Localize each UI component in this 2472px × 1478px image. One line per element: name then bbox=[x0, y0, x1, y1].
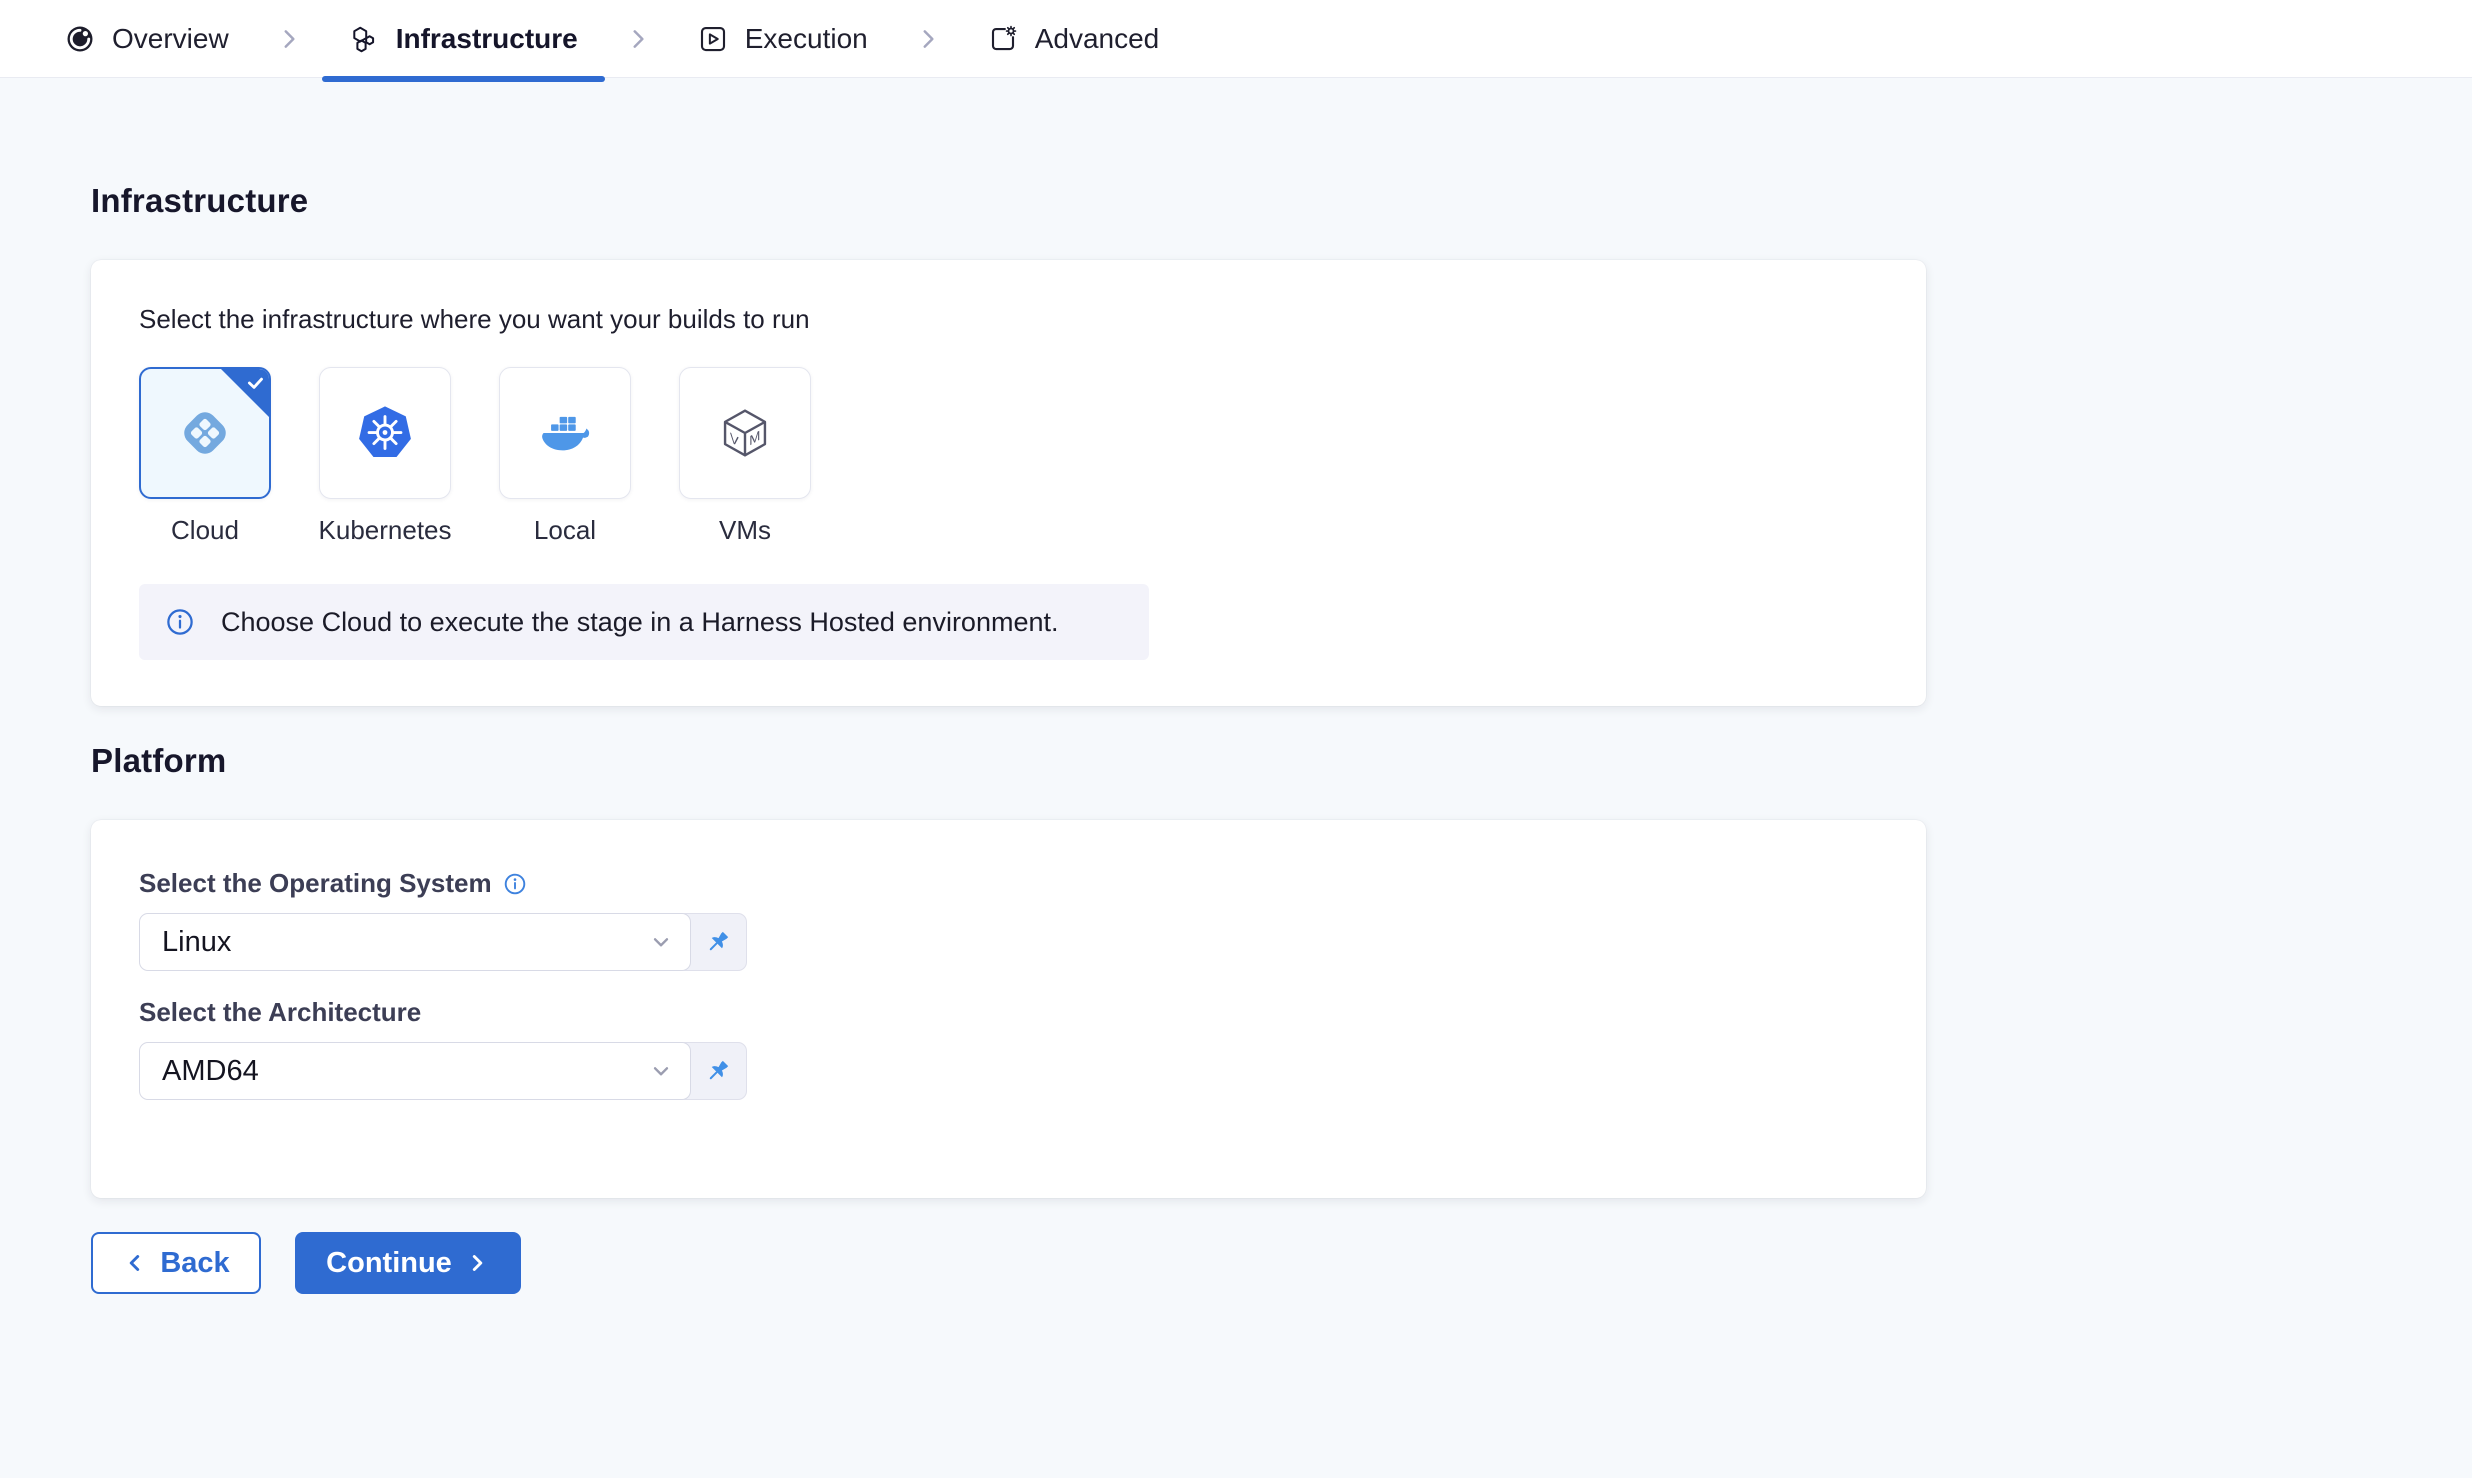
execution-icon bbox=[698, 24, 728, 54]
pin-icon bbox=[703, 1056, 733, 1086]
docker-icon bbox=[535, 409, 595, 457]
local-tile[interactable] bbox=[499, 367, 631, 499]
arch-field-label-text: Select the Architecture bbox=[139, 997, 421, 1028]
os-field-label: Select the Operating System bbox=[139, 868, 1878, 899]
active-tab-underline bbox=[322, 76, 605, 82]
kubernetes-tile[interactable] bbox=[319, 367, 451, 499]
arch-field-label: Select the Architecture bbox=[139, 997, 1878, 1028]
chevron-right-icon bbox=[625, 26, 651, 52]
platform-section-title: Platform bbox=[91, 742, 2472, 780]
cloud-info-text: Choose Cloud to execute the stage in a H… bbox=[221, 607, 1059, 638]
chevron-down-icon bbox=[648, 929, 674, 955]
arch-select[interactable]: AMD64 bbox=[139, 1042, 691, 1100]
platform-card: Select the Operating System Linux bbox=[91, 820, 1926, 1198]
arch-select-row: AMD64 bbox=[139, 1042, 1878, 1100]
wizard-actions: Back Continue bbox=[91, 1232, 2472, 1294]
kubernetes-tile-label: Kubernetes bbox=[319, 515, 452, 546]
tab-advanced[interactable]: Advanced bbox=[961, 0, 1187, 77]
chevron-right-icon bbox=[464, 1250, 490, 1276]
svg-text:M: M bbox=[749, 428, 760, 449]
stage-config-page: Overview Infrastructure bbox=[0, 0, 2472, 1478]
harness-cloud-icon bbox=[173, 401, 237, 465]
cloud-tile[interactable] bbox=[139, 367, 271, 499]
option-vms: V M VMs bbox=[679, 367, 811, 546]
continue-button[interactable]: Continue bbox=[295, 1232, 521, 1294]
continue-button-label: Continue bbox=[326, 1247, 452, 1280]
os-select[interactable]: Linux bbox=[139, 913, 691, 971]
cloud-info-banner: Choose Cloud to execute the stage in a H… bbox=[139, 584, 1149, 660]
stage-tab-bar: Overview Infrastructure bbox=[0, 0, 2472, 78]
overview-icon bbox=[65, 24, 95, 54]
tab-infrastructure[interactable]: Infrastructure bbox=[322, 0, 605, 77]
chevron-left-icon bbox=[122, 1250, 148, 1276]
local-tile-label: Local bbox=[534, 515, 596, 546]
os-field-label-text: Select the Operating System bbox=[139, 868, 492, 899]
vm-cube-icon: V M bbox=[716, 404, 774, 462]
os-select-value: Linux bbox=[162, 926, 231, 959]
info-circle-icon[interactable] bbox=[503, 872, 527, 896]
tab-infrastructure-label: Infrastructure bbox=[396, 23, 578, 55]
cloud-tile-label: Cloud bbox=[171, 515, 239, 546]
info-circle-icon bbox=[165, 607, 195, 637]
option-kubernetes: Kubernetes bbox=[319, 367, 451, 546]
tab-overview[interactable]: Overview bbox=[38, 0, 256, 77]
vms-tile[interactable]: V M bbox=[679, 367, 811, 499]
kubernetes-icon bbox=[356, 404, 414, 462]
tab-execution-label: Execution bbox=[745, 23, 868, 55]
advanced-icon bbox=[988, 24, 1018, 54]
chevron-right-icon bbox=[915, 26, 941, 52]
infrastructure-section-title: Infrastructure bbox=[91, 78, 2472, 220]
os-select-row: Linux bbox=[139, 913, 1878, 971]
arch-select-value: AMD64 bbox=[162, 1055, 259, 1088]
vms-tile-label: VMs bbox=[719, 515, 771, 546]
chevron-down-icon bbox=[648, 1058, 674, 1084]
infrastructure-options: Cloud Kubernetes bbox=[139, 367, 1878, 546]
option-local: Local bbox=[499, 367, 631, 546]
pin-icon bbox=[703, 927, 733, 957]
tab-overview-label: Overview bbox=[112, 23, 229, 55]
stage-config-content: Infrastructure Select the infrastructure… bbox=[0, 78, 2472, 1294]
tab-execution[interactable]: Execution bbox=[671, 0, 895, 77]
back-button[interactable]: Back bbox=[91, 1232, 261, 1294]
back-button-label: Back bbox=[160, 1247, 229, 1280]
infrastructure-card: Select the infrastructure where you want… bbox=[91, 260, 1926, 706]
option-cloud: Cloud bbox=[139, 367, 271, 546]
tab-advanced-label: Advanced bbox=[1035, 23, 1160, 55]
infrastructure-icon bbox=[349, 24, 379, 54]
chevron-right-icon bbox=[276, 26, 302, 52]
infrastructure-prompt: Select the infrastructure where you want… bbox=[139, 304, 1878, 335]
